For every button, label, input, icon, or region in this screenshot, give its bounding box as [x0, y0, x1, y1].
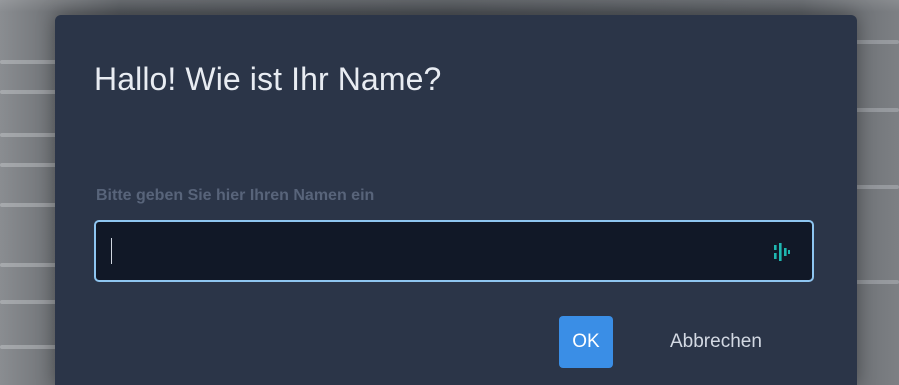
text-caret: [111, 238, 112, 264]
name-input-container[interactable]: [94, 220, 814, 282]
name-field-label: Bitte geben Sie hier Ihren Namen ein: [96, 187, 375, 204]
password-manager-icon[interactable]: [772, 242, 792, 262]
name-prompt-dialog: Hallo! Wie ist Ihr Name? Bitte geben Sie…: [55, 15, 857, 385]
ok-button[interactable]: OK: [559, 316, 613, 368]
name-input[interactable]: [108, 222, 752, 282]
dialog-title: Hallo! Wie ist Ihr Name?: [94, 61, 442, 97]
cancel-button[interactable]: Abbrechen: [664, 316, 768, 368]
